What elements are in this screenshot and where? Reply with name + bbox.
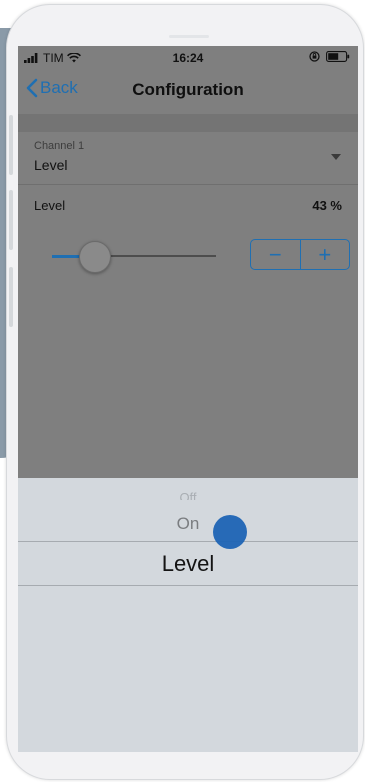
increment-button[interactable]: + (299, 240, 350, 269)
phone-side-button (9, 267, 13, 327)
level-value: 43 % (312, 198, 342, 213)
phone-side-button (9, 115, 13, 175)
channel-field-value[interactable]: Level (34, 157, 67, 173)
picker-item-off[interactable]: Off (18, 490, 358, 500)
app-screen: TIM 16:24 Back Configuration Channel 1 L… (18, 46, 358, 752)
decrement-button[interactable]: − (251, 240, 300, 269)
battery-icon (326, 51, 350, 62)
picker-selection-bottom-line (18, 585, 358, 586)
row-divider (18, 184, 358, 185)
touch-indicator (213, 515, 247, 549)
channel-field-label: Channel 1 (34, 140, 85, 152)
level-label: Level (34, 198, 66, 213)
level-slider-track[interactable] (52, 254, 216, 258)
status-right-icons (309, 51, 350, 62)
phone-speaker-slot (169, 35, 209, 38)
section-spacer (18, 114, 358, 132)
navigation-bar: Back Configuration (18, 70, 358, 114)
phone-side-button (9, 190, 13, 250)
status-bar: TIM 16:24 (18, 46, 358, 70)
picker-item-selected[interactable]: Level (18, 551, 358, 577)
status-time: 16:24 (172, 51, 204, 65)
orientation-lock-icon (309, 51, 320, 62)
caret-down-icon[interactable] (330, 153, 342, 161)
page-title: Configuration (132, 80, 244, 99)
option-picker[interactable]: Off On Level (18, 478, 358, 752)
picker-item-on[interactable]: On (18, 514, 358, 534)
picker-selection-top-line (18, 541, 358, 542)
level-stepper[interactable]: − + (250, 239, 350, 270)
